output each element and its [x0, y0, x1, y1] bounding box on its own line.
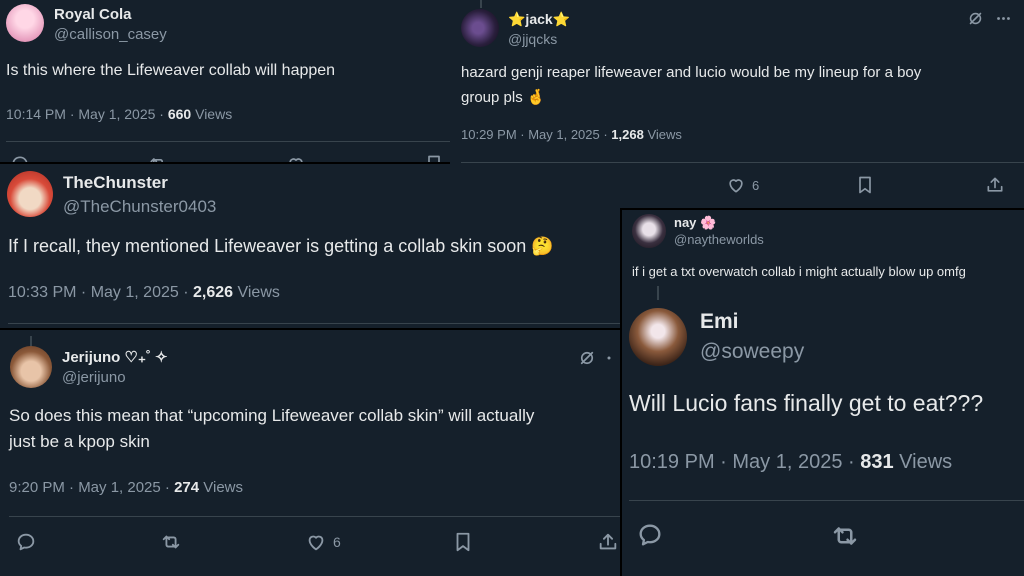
- handle[interactable]: @callison_casey: [54, 26, 167, 43]
- display-name[interactable]: Jerijuno ♡₊˚ ✧: [62, 348, 168, 366]
- divider: [461, 162, 1024, 163]
- handle[interactable]: @soweepy: [700, 340, 804, 364]
- divider: [9, 516, 620, 517]
- views-label: Views: [191, 106, 233, 122]
- avatar[interactable]: [6, 4, 44, 42]
- share-button[interactable]: [985, 175, 1005, 195]
- retweet-icon: [160, 531, 182, 553]
- tweet-text-line-1: hazard genji reaper lifeweaver and lucio…: [461, 64, 922, 81]
- like-button[interactable]: 6: [305, 531, 341, 553]
- grok-icon: [967, 10, 984, 27]
- tweet-text-line-2: group pls 🤞: [461, 89, 546, 106]
- retweet-button[interactable]: [160, 531, 182, 553]
- more-button[interactable]: [602, 349, 616, 367]
- timestamp[interactable]: 9:20 PM · May 1, 2025 ·: [9, 479, 174, 496]
- like-icon: [726, 175, 746, 195]
- tweet-card-royal-cola: Royal Cola @callison_casey Is this where…: [0, 0, 450, 162]
- reply-button[interactable]: [10, 154, 30, 162]
- tweet-meta: 10:29 PM · May 1, 2025 · 1,268 Views: [461, 127, 682, 142]
- share-icon: [985, 175, 1005, 195]
- tweet-card-thechunster: TheChunster @TheChunster0403 If I recall…: [0, 164, 620, 328]
- share-button[interactable]: [597, 531, 619, 553]
- tweet-text-line-1: So does this mean that “upcoming Lifewea…: [9, 406, 535, 425]
- display-name[interactable]: nay 🌸: [674, 215, 716, 231]
- bookmark-icon: [424, 154, 444, 162]
- divider: [8, 323, 620, 324]
- tweet-card-jerijuno: Jerijuno ♡₊˚ ✧ @jerijuno So does this me…: [0, 330, 620, 576]
- tweet-text: Is this where the Lifeweaver collab will…: [6, 62, 336, 79]
- reply-icon: [15, 531, 37, 553]
- tweet-meta: 10:19 PM · May 1, 2025 · 831 Views: [629, 451, 952, 474]
- like-icon: [305, 531, 327, 553]
- reply-button[interactable]: [636, 521, 664, 549]
- tweet-card-nay: nay 🌸 @naytheworlds if i get a txt overw…: [622, 210, 1024, 286]
- retweet-button[interactable]: [830, 521, 860, 551]
- like-count: 6: [752, 177, 760, 193]
- views-count: 831: [860, 451, 894, 473]
- views-label: Views: [199, 479, 244, 496]
- views-label: Views: [893, 451, 953, 473]
- timestamp[interactable]: 10:29 PM · May 1, 2025 ·: [461, 127, 611, 142]
- thread-line: [480, 0, 482, 8]
- tweet-meta: 10:14 PM · May 1, 2025 · 660 Views: [6, 106, 232, 122]
- timestamp[interactable]: 10:14 PM · May 1, 2025 ·: [6, 106, 168, 122]
- grok-button[interactable]: [578, 349, 596, 367]
- thread-line: [657, 286, 659, 300]
- views-count: 1,268: [611, 127, 644, 142]
- handle[interactable]: @naytheworlds: [674, 232, 764, 247]
- bookmark-icon: [855, 175, 875, 195]
- bookmark-icon: [452, 531, 474, 553]
- bookmark-button[interactable]: [424, 154, 444, 162]
- display-name[interactable]: Emi: [700, 310, 739, 334]
- retweet-icon: [830, 521, 860, 551]
- reply-icon: [10, 154, 30, 162]
- avatar[interactable]: [461, 9, 499, 47]
- tweet-text: Will Lucio fans finally get to eat???: [629, 390, 984, 416]
- like-button[interactable]: 6: [726, 175, 759, 195]
- like-button[interactable]: [286, 154, 306, 162]
- grok-button[interactable]: [967, 10, 984, 27]
- retweet-button[interactable]: [148, 154, 168, 162]
- tweet-text-line-2: just be a kpop skin: [9, 432, 150, 451]
- bookmark-button[interactable]: [855, 175, 875, 195]
- avatar[interactable]: [632, 214, 666, 248]
- bookmark-button[interactable]: [452, 531, 474, 553]
- tweet-meta: 9:20 PM · May 1, 2025 · 274 Views: [9, 479, 243, 496]
- avatar[interactable]: [629, 308, 687, 366]
- tweet-meta: 10:33 PM · May 1, 2025 · 2,626 Views: [8, 284, 280, 302]
- views-label: Views: [643, 127, 682, 142]
- timestamp[interactable]: 10:33 PM · May 1, 2025 ·: [8, 284, 193, 301]
- views-label: Views: [233, 284, 280, 301]
- handle[interactable]: @TheChunster0403: [63, 197, 216, 217]
- divider: [6, 141, 450, 142]
- more-button[interactable]: [995, 10, 1012, 27]
- views-count: 2,626: [192, 284, 234, 301]
- tweet-text: If I recall, they mentioned Lifeweaver i…: [8, 236, 554, 256]
- share-icon: [597, 531, 619, 553]
- display-name[interactable]: Royal Cola: [54, 6, 132, 23]
- avatar[interactable]: [7, 171, 53, 217]
- views-count: 660: [167, 106, 192, 122]
- reply-button[interactable]: [15, 531, 37, 553]
- handle[interactable]: @jjqcks: [508, 31, 557, 47]
- more-icon: [995, 10, 1012, 27]
- views-count: 274: [174, 479, 200, 496]
- handle[interactable]: @jerijuno: [62, 369, 126, 386]
- like-icon: [286, 154, 306, 162]
- tweet-text: if i get a txt overwatch collab i might …: [632, 264, 966, 279]
- display-name[interactable]: TheChunster: [63, 173, 168, 193]
- more-icon: [607, 356, 611, 360]
- divider: [629, 500, 1024, 501]
- avatar[interactable]: [10, 346, 52, 388]
- retweet-icon: [148, 154, 168, 162]
- reply-icon: [636, 521, 664, 549]
- tweet-card-emi: Emi @soweepy Will Lucio fans finally get…: [622, 286, 1024, 576]
- like-count: 6: [333, 534, 341, 550]
- display-name[interactable]: ⭐jack⭐: [508, 11, 570, 28]
- grok-icon: [578, 349, 596, 367]
- timestamp[interactable]: 10:19 PM · May 1, 2025 ·: [629, 451, 860, 473]
